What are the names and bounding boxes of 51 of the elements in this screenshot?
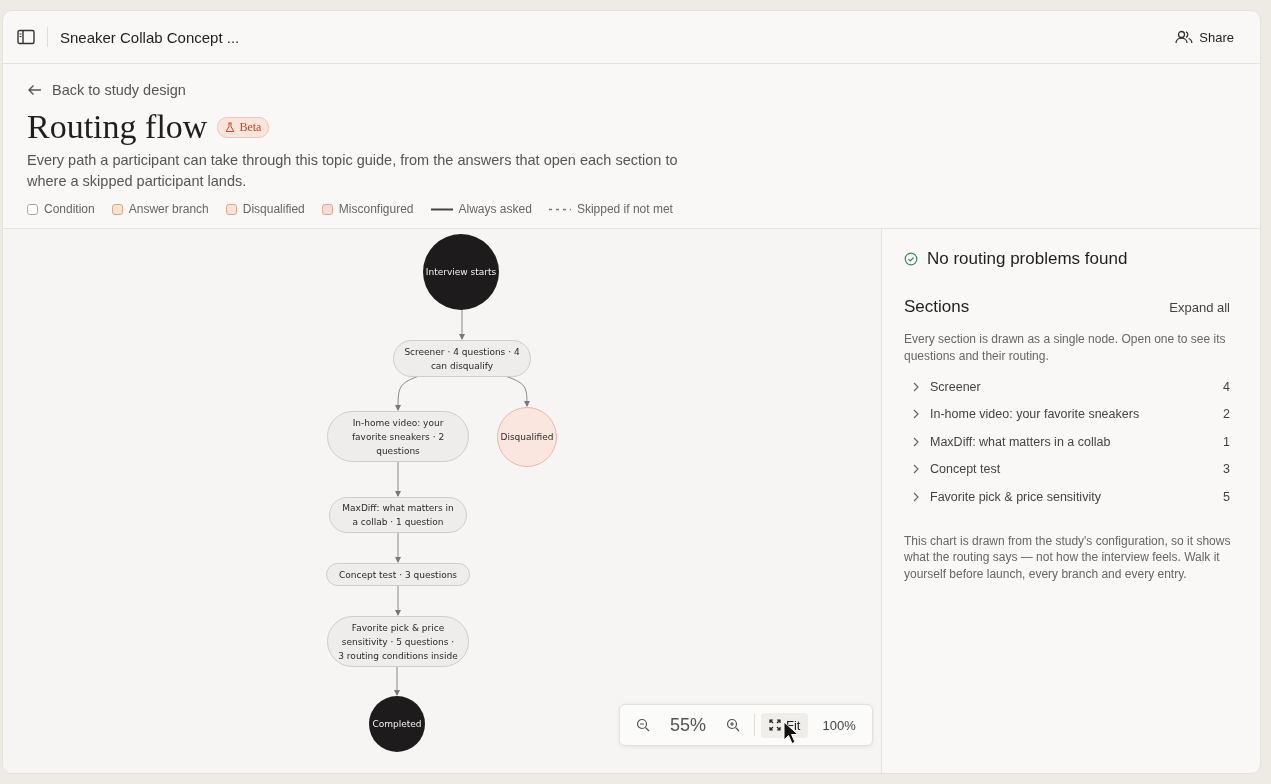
section-item[interactable]: MaxDiff: what matters in a collab 1 bbox=[904, 428, 1238, 456]
flow-arrow bbox=[394, 666, 400, 696]
legend-label: Always asked bbox=[458, 202, 532, 216]
sections-heading: Sections bbox=[904, 297, 970, 317]
legend-label: Answer branch bbox=[128, 202, 209, 216]
share-button[interactable]: Share bbox=[1163, 25, 1246, 49]
zoom-level: 55% bbox=[669, 714, 708, 736]
chevron-icon bbox=[912, 381, 920, 392]
status-message: No routing problems found bbox=[927, 249, 1128, 269]
flow-arrow bbox=[395, 461, 401, 497]
terminal-node[interactable]: Interview starts bbox=[423, 234, 499, 310]
legend-label: Condition bbox=[44, 202, 95, 216]
dashed-line-icon bbox=[548, 207, 571, 211]
flow-arrow bbox=[395, 532, 401, 563]
terminal-node[interactable]: Completed bbox=[369, 696, 425, 752]
zoom-out-icon bbox=[636, 718, 650, 732]
section-item[interactable]: Favorite pick & price sensitivity 5 bbox=[904, 483, 1238, 511]
section-node[interactable]: MaxDiff: what matters in a collab · 1 question bbox=[329, 497, 467, 533]
expand-all-button[interactable]: Expand all bbox=[1161, 299, 1238, 315]
section-item[interactable]: In-home video: your favorite sneakers 2 bbox=[904, 400, 1238, 428]
chart-note: This chart is drawn from the study's configuration, so it shows what the routing says — not how the interview feels. Walk it yourself before launch, every branch and every entry. bbox=[904, 532, 1232, 582]
legend-label: Disqualified bbox=[242, 202, 305, 216]
flow-arrow bbox=[395, 585, 401, 616]
section-item[interactable]: Screener 4 bbox=[904, 373, 1238, 401]
section-node[interactable]: Favorite pick & price sensitivity · 5 questions · 3 routing conditions inside bbox=[327, 616, 469, 667]
chevron-icon bbox=[912, 491, 920, 502]
people-icon bbox=[1175, 30, 1194, 44]
chevron-icon bbox=[912, 464, 920, 475]
fit-screen-icon bbox=[769, 719, 782, 731]
description: Every path a participant can take through this topic guide, from the answers that open each section to where a skipped participant lands. bbox=[27, 151, 679, 191]
section-node[interactable]: Concept test · 3 questions bbox=[326, 563, 470, 586]
page-title: Routing flow bbox=[27, 108, 208, 146]
section-node[interactable]: In-home video: your favorite sneakers · 2 questions bbox=[327, 411, 469, 462]
check-circle-icon bbox=[904, 252, 918, 266]
beta-badge: Beta bbox=[217, 116, 270, 138]
chevron-icon bbox=[912, 409, 920, 420]
sidebar-toggle-icon[interactable] bbox=[17, 29, 35, 45]
flow-arrow bbox=[459, 309, 465, 340]
back-link[interactable]: Back to study design bbox=[27, 82, 186, 98]
arrow-left-icon bbox=[27, 84, 42, 96]
actual-size-button[interactable]: 100% bbox=[814, 712, 864, 738]
sections-intro: Every section is drawn as a single node. Open one to see its questions and their routing. bbox=[904, 331, 1227, 365]
legend-label: Skipped if not met bbox=[576, 202, 673, 216]
zoom-in-icon bbox=[726, 718, 741, 732]
disqualified-node[interactable]: Disqualified bbox=[497, 407, 557, 467]
section-node[interactable]: Screener · 4 questions · 4 can disqualify bbox=[393, 340, 531, 377]
chevron-icon bbox=[912, 436, 920, 447]
study-title: Sneaker Collab Concept ... bbox=[60, 28, 241, 46]
section-item[interactable]: Concept test 3 bbox=[904, 455, 1238, 483]
solid-line-icon bbox=[430, 207, 453, 211]
legend-label: Misconfigured bbox=[338, 202, 414, 216]
